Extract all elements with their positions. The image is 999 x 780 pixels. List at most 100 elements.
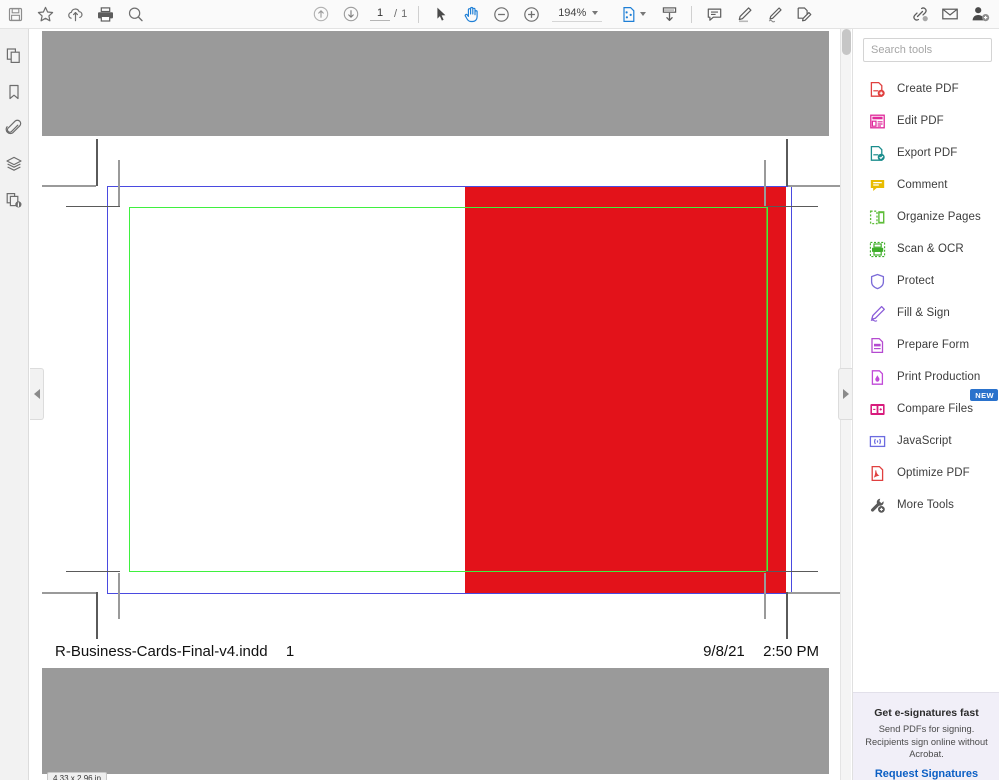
chevron-down-icon (592, 11, 598, 15)
crop-mark-br-h2 (766, 571, 818, 572)
zoom-out-icon[interactable] (486, 0, 516, 28)
tool-label: Compare Files (897, 403, 973, 415)
page-size-indicator: 4.33 x 2.96 in (47, 772, 107, 780)
crop-mark-tr-v1 (786, 139, 788, 186)
margin-guide-box (129, 207, 768, 572)
optimize-pdf-icon (868, 464, 887, 483)
slug-filename-line: R-Business-Cards-Final-v4.indd 1 (55, 643, 294, 660)
expand-right-panel-button[interactable] (838, 368, 852, 420)
tool-item-compare-files[interactable]: Compare Files NEW (853, 393, 999, 425)
crop-mark-bl-h1 (42, 592, 96, 594)
chevron-left-icon (34, 389, 40, 399)
bookmarks-icon[interactable] (3, 81, 25, 103)
tool-item-fill-sign[interactable]: Fill & Sign (853, 297, 999, 329)
chevron-right-icon (843, 389, 849, 399)
toolbar-annotation-group (699, 0, 819, 28)
print-icon[interactable] (90, 0, 120, 28)
slug-filename: R-Business-Cards-Final-v4.indd (55, 643, 268, 660)
tool-item-scan-ocr[interactable]: Scan & OCR (853, 233, 999, 265)
page-display-chevron-down-icon[interactable] (640, 12, 646, 16)
crop-mark-bl-v2 (118, 573, 120, 619)
star-icon[interactable] (30, 0, 60, 28)
tool-item-export-pdf[interactable]: Export PDF (853, 137, 999, 169)
comment-icon[interactable] (699, 0, 729, 28)
crop-mark-tl-v1 (96, 139, 98, 186)
tool-item-comment[interactable]: Comment (853, 169, 999, 201)
highlight-icon[interactable] (729, 0, 759, 28)
page-number-input[interactable] (370, 7, 390, 21)
main-toolbar: / 1 194% (0, 0, 999, 29)
zoom-in-icon[interactable] (516, 0, 546, 28)
add-person-icon[interactable] (965, 0, 995, 28)
toolbar-view-group (614, 0, 684, 28)
search-tools-input[interactable] (863, 38, 992, 62)
javascript-icon (868, 432, 887, 451)
organize-pages-icon (868, 208, 887, 227)
next-page-icon[interactable] (336, 0, 366, 28)
toolbar-mode-group (426, 0, 546, 28)
save-icon[interactable] (0, 0, 30, 28)
page-total: 1 (401, 8, 407, 20)
scrollbar-thumb[interactable] (842, 29, 851, 55)
toolbar-divider-1 (418, 6, 419, 23)
tool-label: Edit PDF (897, 115, 944, 127)
crop-mark-bl-v1 (96, 592, 98, 639)
hand-tool-icon[interactable] (456, 0, 486, 28)
comment-tool-icon (868, 176, 887, 195)
tools-search-wrapper (853, 29, 999, 62)
search-icon[interactable] (120, 0, 150, 28)
promo-title: Get e-signatures fast (861, 707, 992, 719)
tool-item-optimize-pdf[interactable]: Optimize PDF (853, 457, 999, 489)
prepare-form-icon (868, 336, 887, 355)
tool-item-javascript[interactable]: JavaScript (853, 425, 999, 457)
tool-label: Protect (897, 275, 934, 287)
left-navigation-rail (0, 29, 29, 780)
crop-mark-tr-h1 (788, 185, 840, 187)
layers-icon[interactable] (3, 153, 25, 175)
export-pdf-icon (868, 144, 887, 163)
tool-label: Fill & Sign (897, 307, 950, 319)
draw-icon[interactable] (759, 0, 789, 28)
bleed-band-bottom (42, 668, 829, 774)
tool-label: Optimize PDF (897, 467, 970, 479)
email-icon[interactable] (935, 0, 965, 28)
edit-pdf-icon (868, 112, 887, 131)
content-info-icon[interactable] (3, 189, 25, 211)
slug-timestamp-line: 9/8/21 2:50 PM (703, 643, 819, 660)
tool-item-more-tools[interactable]: More Tools (853, 489, 999, 521)
tool-label: Scan & OCR (897, 243, 964, 255)
crop-mark-tl-h2 (66, 206, 120, 207)
request-signatures-link[interactable]: Request Signatures (861, 768, 992, 780)
scroll-fit-icon[interactable] (654, 0, 684, 28)
toolbar-file-group (0, 0, 150, 28)
tools-panel: Create PDF Edit PDF Export PDF Comment (852, 29, 999, 780)
page-thumbnails-icon[interactable] (3, 45, 25, 67)
crop-mark-br-h1 (788, 592, 840, 594)
attachments-icon[interactable] (3, 117, 25, 139)
slug-page-number: 1 (286, 643, 294, 660)
collapse-left-panel-button[interactable] (30, 368, 44, 420)
sign-icon[interactable] (789, 0, 819, 28)
document-view[interactable]: R-Business-Cards-Final-v4.indd 1 9/8/21 … (30, 29, 852, 780)
create-pdf-icon (868, 80, 887, 99)
previous-page-icon[interactable] (306, 0, 336, 28)
tool-item-organize-pages[interactable]: Organize Pages (853, 201, 999, 233)
zoom-level-dropdown[interactable]: 194% (552, 7, 602, 22)
crop-mark-tr-v2 (764, 160, 766, 206)
acrobat-window: / 1 194% (0, 0, 999, 780)
share-link-icon[interactable] (905, 0, 935, 28)
crop-mark-br-v1 (786, 592, 788, 639)
promo-body: Send PDFs for signing. Recipients sign o… (861, 723, 992, 761)
crop-mark-br-v2 (764, 573, 766, 619)
cloud-upload-icon[interactable] (60, 0, 90, 28)
tool-item-create-pdf[interactable]: Create PDF (853, 73, 999, 105)
tool-label: Organize Pages (897, 211, 981, 223)
select-cursor-icon[interactable] (426, 0, 456, 28)
tool-item-prepare-form[interactable]: Prepare Form (853, 329, 999, 361)
print-production-icon (868, 368, 887, 387)
slug-time: 2:50 PM (763, 643, 819, 660)
tool-item-protect[interactable]: Protect (853, 265, 999, 297)
tool-label: Export PDF (897, 147, 957, 159)
crop-mark-bl-h2 (66, 571, 120, 572)
tool-item-edit-pdf[interactable]: Edit PDF (853, 105, 999, 137)
